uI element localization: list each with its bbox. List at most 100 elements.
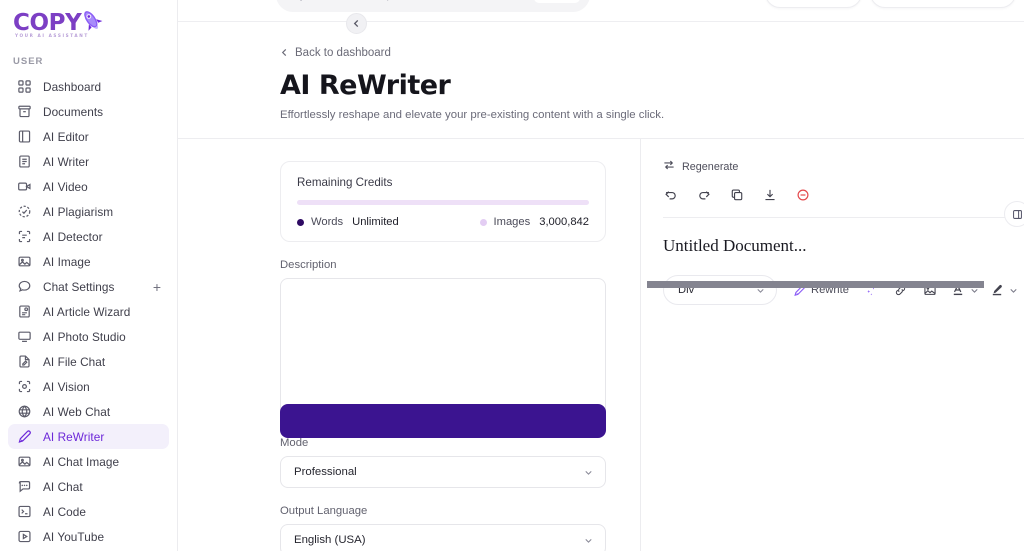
image-icon	[16, 453, 33, 470]
chevron-down-icon	[583, 467, 594, 478]
page-header: Back to dashboard AI ReWriter Effortless…	[178, 22, 1024, 139]
sidebar-item-label: AI Video	[43, 179, 88, 194]
regenerate-icon	[663, 159, 675, 174]
sidebar-item-label: AI Code	[43, 504, 86, 519]
submit-button[interactable]	[280, 404, 606, 438]
output-language-value: English (USA)	[294, 534, 366, 546]
chevron-left-icon	[353, 19, 359, 28]
page-title: AI ReWriter	[280, 70, 451, 101]
description-input[interactable]	[280, 278, 606, 420]
archive-icon	[16, 103, 33, 120]
redo-icon[interactable]	[696, 187, 712, 203]
sidebar-item-label: AI Chat Image	[43, 454, 120, 469]
sidebar-item-label: Chat Settings	[43, 279, 115, 294]
sidebar-item-ai-editor[interactable]: AI Editor	[8, 124, 169, 149]
sidebar-item-ai-file-chat[interactable]: AI File Chat	[8, 349, 169, 374]
play-square-icon	[16, 528, 33, 545]
article-wizard-icon	[16, 303, 33, 320]
sidebar-item-ai-chat[interactable]: AI Chat	[8, 474, 169, 499]
editor-horizontal-scrollbar[interactable]	[647, 281, 984, 288]
sidebar-section-label: USER	[13, 56, 44, 67]
sidebar-item-label: AI Photo Studio	[43, 329, 126, 344]
credits-title: Remaining Credits	[297, 176, 393, 189]
sidebar-item-label: AI Article Wizard	[43, 304, 131, 319]
editor-action-row	[663, 187, 1024, 203]
document-title[interactable]: Untitled Document...	[663, 236, 1024, 256]
words-value: Unlimited	[352, 216, 399, 228]
credits-words: Words Unlimited	[297, 216, 399, 228]
sidebar-item-ai-detector[interactable]: AI Detector	[8, 224, 169, 249]
search-placeholder: Search for templates and documents...	[311, 0, 534, 1]
regenerate-button[interactable]: Regenerate	[663, 159, 738, 174]
output-language-label: Output Language	[280, 505, 368, 517]
app-root: COPY YOUR AI ASSISTANT USER Dashboard Do…	[0, 0, 1024, 551]
logo-wordmark: COPY	[13, 9, 82, 36]
images-label: Images	[493, 216, 531, 228]
sidebar-item-ai-image[interactable]: AI Image	[8, 249, 169, 274]
sidebar-item-ai-plagiarism[interactable]: AI Plagiarism	[8, 199, 169, 224]
sidebar-item-ai-photo-studio[interactable]: AI Photo Studio	[8, 324, 169, 349]
download-icon[interactable]	[762, 187, 778, 203]
editor-divider	[663, 217, 1024, 218]
highlight-color-icon[interactable]	[990, 283, 1004, 297]
top-bar-actions: Admin Panel No Active Subscription	[764, 0, 1016, 8]
sidebar-item-ai-rewriter[interactable]: AI ReWriter	[8, 424, 169, 449]
back-to-dashboard-link[interactable]: Back to dashboard	[280, 47, 391, 59]
search-shortcut-badge: cmd + k	[533, 0, 580, 3]
images-value: 3,000,842	[539, 216, 589, 228]
sidebar-item-dashboard[interactable]: Dashboard	[8, 74, 169, 99]
block-type-select[interactable]: Div	[663, 275, 777, 305]
clear-icon[interactable]	[795, 187, 811, 203]
undo-icon[interactable]	[663, 187, 679, 203]
sidebar-collapse-button[interactable]	[346, 13, 367, 34]
admin-panel-button[interactable]: Admin Panel	[764, 0, 863, 8]
search-input[interactable]: Search for templates and documents... cm…	[276, 0, 590, 12]
sidebar-item-label: AI Chat	[43, 479, 83, 494]
sidebar-item-label: AI Web Chat	[43, 404, 111, 419]
sidebar-item-ai-article-wizard[interactable]: AI Article Wizard	[8, 299, 169, 324]
file-text-icon	[16, 153, 33, 170]
panel-icon	[1012, 209, 1022, 219]
output-language-select[interactable]: English (USA)	[280, 524, 606, 551]
search-icon	[290, 0, 303, 2]
rocket-icon	[77, 8, 107, 38]
mode-label: Mode	[280, 437, 309, 449]
chat-bubble-icon	[16, 278, 33, 295]
credits-progress-bar	[297, 200, 589, 205]
floating-panel-chip[interactable]	[1004, 201, 1024, 227]
sidebar-item-label: AI Editor	[43, 129, 89, 144]
sidebar-item-ai-code[interactable]: AI Code	[8, 499, 169, 524]
sidebar-item-label: AI YouTube	[43, 529, 105, 544]
scan-circle-icon	[16, 203, 33, 220]
credits-legend: Words Unlimited Images 3,000,842	[297, 216, 589, 228]
sidebar-item-label: AI Writer	[43, 154, 90, 169]
sidebar-item-ai-writer[interactable]: AI Writer	[8, 149, 169, 174]
sidebar-item-ai-youtube[interactable]: AI YouTube	[8, 524, 169, 549]
sidebar-item-ai-video[interactable]: AI Video	[8, 174, 169, 199]
top-bar: Search for templates and documents... cm…	[178, 0, 1024, 22]
image-icon	[16, 253, 33, 270]
sidebar-item-ai-vision[interactable]: AI Vision	[8, 374, 169, 399]
sidebar-item-ai-chat-image[interactable]: AI Chat Image	[8, 449, 169, 474]
chevron-down-icon[interactable]	[1008, 285, 1019, 296]
logo[interactable]: COPY YOUR AI ASSISTANT	[0, 0, 177, 44]
sidebar-nav: Dashboard Documents AI Editor AI Writer …	[0, 74, 177, 549]
sidebar-item-chat-settings[interactable]: Chat Settings +	[8, 274, 169, 299]
sidebar-item-ai-web-chat[interactable]: AI Web Chat	[8, 399, 169, 424]
file-pen-icon	[16, 353, 33, 370]
pen-icon	[16, 428, 33, 445]
sidebar-item-label: AI File Chat	[43, 354, 106, 369]
book-open-icon	[16, 128, 33, 145]
content-columns: Remaining Credits Words Unlimited Images	[178, 139, 1024, 551]
editor-toolbar: Div Rewrite	[663, 275, 1024, 305]
sidebar-item-label: AI Detector	[43, 229, 103, 244]
copy-icon[interactable]	[729, 187, 745, 203]
eye-scan-icon	[16, 378, 33, 395]
terminal-icon	[16, 503, 33, 520]
mode-select[interactable]: Professional	[280, 456, 606, 488]
words-label: Words	[311, 216, 344, 228]
add-chat-setting-button[interactable]: +	[153, 280, 161, 294]
subscription-status-button[interactable]: No Active Subscription	[870, 0, 1016, 8]
sidebar-item-documents[interactable]: Documents	[8, 99, 169, 124]
sidebar-item-label: AI Vision	[43, 379, 90, 394]
